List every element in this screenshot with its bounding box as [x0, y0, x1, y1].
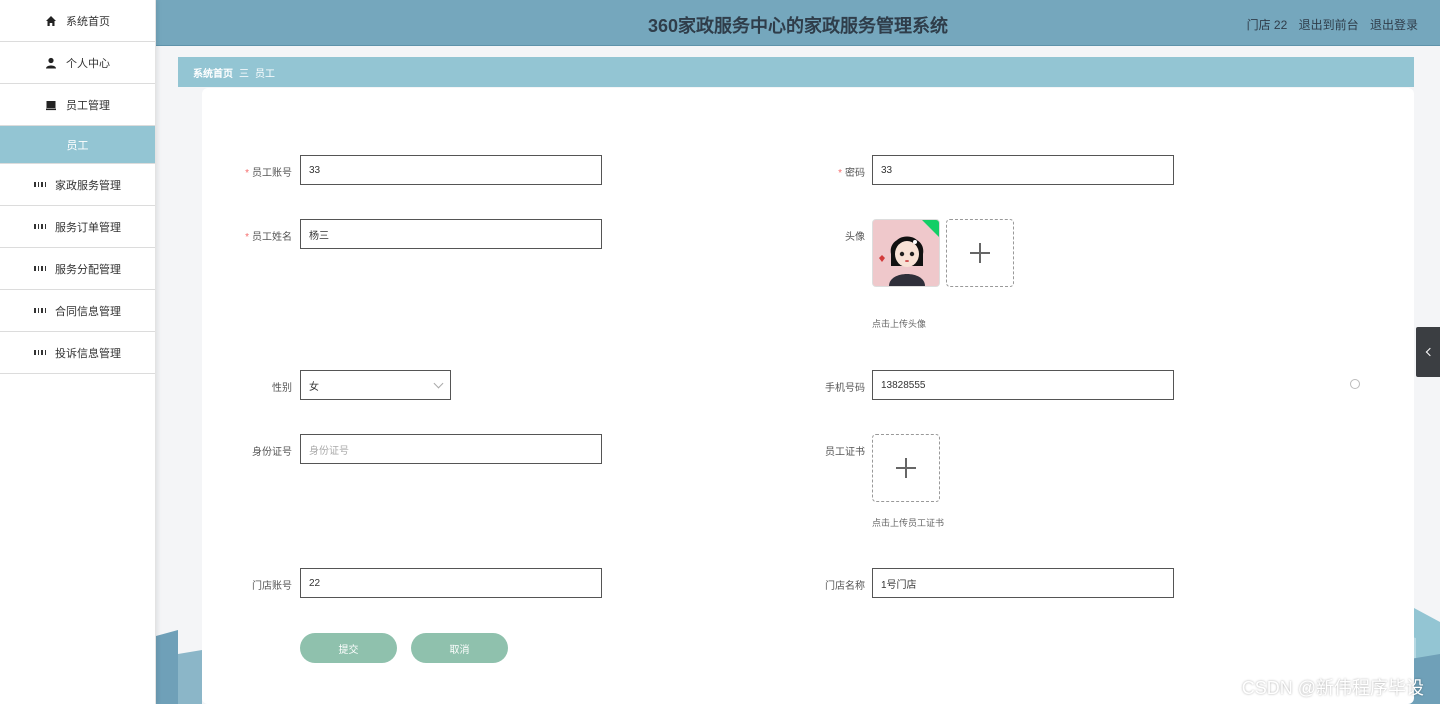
plus-icon [896, 458, 916, 478]
certificate-upload-button[interactable] [872, 434, 940, 502]
sidebar-item-complaints[interactable]: 投诉信息管理 [0, 332, 155, 374]
required-mark: * [838, 168, 842, 179]
grid-icon [34, 221, 46, 233]
sidebar-item-contracts[interactable]: 合同信息管理 [0, 290, 155, 332]
chevron-down-icon [433, 378, 444, 389]
sidebar-item-staff-management[interactable]: 员工管理 [0, 84, 155, 126]
avatar-label: 头像 [845, 232, 865, 243]
gender-value: 女 [309, 381, 319, 393]
store-account-label: 门店账号 [252, 581, 292, 592]
decor-left [156, 630, 202, 704]
panel-toggle-button[interactable] [1416, 327, 1440, 377]
id-card-input[interactable]: 身份证号 [300, 434, 602, 464]
header-links: 门店 22 退出到前台 退出登录 [1239, 16, 1418, 33]
sidebar-item-label: 员工 [66, 139, 89, 152]
breadcrumb-separator: 三 [239, 68, 249, 80]
avatar-preview[interactable] [872, 219, 940, 287]
phone-input[interactable]: 13828555 [872, 370, 1174, 400]
user-icon [45, 57, 57, 69]
name-input[interactable]: 杨三 [300, 219, 602, 249]
password-input[interactable]: 33 [872, 155, 1174, 185]
breadcrumb-current: 员工 [255, 68, 275, 80]
store-account-input[interactable]: 22 [300, 568, 602, 598]
sidebar-item-label: 投诉信息管理 [55, 347, 121, 360]
chevron-left-icon [1425, 347, 1434, 357]
clear-icon[interactable] [1350, 379, 1360, 389]
breadcrumb-home[interactable]: 系统首页 [193, 65, 233, 80]
sidebar-item-label: 服务订单管理 [55, 221, 121, 234]
sidebar-item-staff[interactable]: 员工 [0, 126, 155, 164]
required-mark: * [245, 168, 249, 179]
name-label: * 员工姓名 [245, 232, 292, 243]
gender-select[interactable]: 女 [300, 370, 451, 400]
home-icon [45, 15, 57, 27]
sidebar-item-service-assignment[interactable]: 服务分配管理 [0, 248, 155, 290]
avatar-upload-button[interactable] [946, 219, 1014, 287]
watermark: CSDN @新伟程序毕设 [1241, 678, 1424, 698]
id-card-label: 身份证号 [252, 447, 292, 458]
sidebar-item-label: 服务分配管理 [55, 263, 121, 276]
grid-icon [34, 179, 46, 191]
sidebar-item-home[interactable]: 系统首页 [0, 0, 155, 42]
submit-button[interactable]: 提交 [300, 633, 397, 663]
sidebar-item-label: 员工管理 [66, 99, 110, 112]
folder-icon [45, 99, 57, 111]
account-label: * 员工账号 [245, 168, 292, 179]
plus-icon [970, 243, 990, 263]
grid-icon [34, 263, 46, 275]
sidebar: 系统首页 个人中心 员工管理 员工 家政服务管理 服务订单管理 服务分配管理 合… [0, 0, 156, 704]
sidebar-item-label: 个人中心 [66, 57, 110, 70]
gender-label: 性别 [272, 383, 292, 394]
grid-icon [34, 305, 46, 317]
store-name-label: 门店名称 [825, 581, 865, 592]
phone-label: 手机号码 [825, 383, 865, 394]
avatar-hint: 点击上传头像 [872, 319, 927, 329]
top-header: 360家政服务中心的家政服务管理系统 门店 22 退出到前台 退出登录 [156, 0, 1440, 46]
sidebar-item-service-orders[interactable]: 服务订单管理 [0, 206, 155, 248]
cancel-button[interactable]: 取消 [411, 633, 508, 663]
sidebar-item-label: 家政服务管理 [55, 179, 121, 192]
breadcrumb: 系统首页 三 员工 [178, 57, 1414, 87]
back-to-frontend-link[interactable]: 退出到前台 [1299, 18, 1359, 32]
store-name-input[interactable]: 1号门店 [872, 568, 1174, 598]
sidebar-item-label: 系统首页 [66, 15, 110, 28]
sidebar-item-label: 合同信息管理 [55, 305, 121, 318]
logout-link[interactable]: 退出登录 [1370, 18, 1418, 32]
store-label: 门店 22 [1246, 18, 1288, 32]
required-mark: * [245, 232, 249, 243]
grid-icon [34, 347, 46, 359]
certificate-label: 员工证书 [825, 447, 865, 458]
password-label: * 密码 [838, 168, 865, 179]
sidebar-item-profile[interactable]: 个人中心 [0, 42, 155, 84]
avatar-image [873, 220, 939, 286]
sidebar-item-housekeeping-service[interactable]: 家政服务管理 [0, 164, 155, 206]
certificate-hint: 点击上传员工证书 [872, 518, 945, 528]
account-input[interactable]: 33 [300, 155, 602, 185]
